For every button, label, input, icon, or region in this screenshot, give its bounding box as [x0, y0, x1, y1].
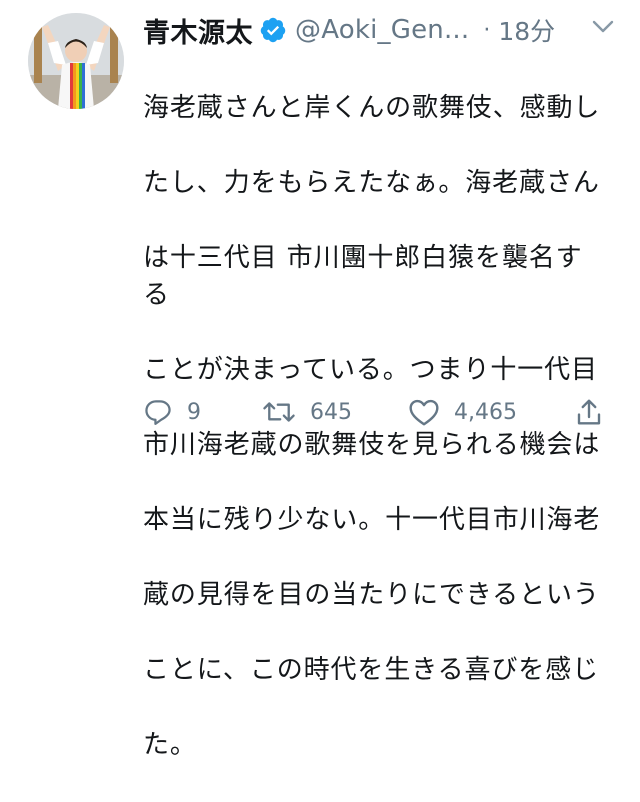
share-button[interactable] — [575, 390, 603, 434]
user-handle[interactable]: @Aoki_Gen... — [295, 15, 469, 45]
tweet-timestamp[interactable]: 18分 — [498, 12, 555, 48]
tweet-text-line: た。 — [143, 730, 197, 760]
separator-dot: · — [483, 17, 491, 43]
reply-icon — [143, 397, 173, 427]
heart-icon — [408, 397, 440, 427]
verified-badge-icon — [259, 16, 287, 44]
reply-count: 9 — [187, 399, 201, 425]
tweet-text-line: ことに、この時代を生きる喜びを感じ — [143, 655, 600, 685]
tweet-text-line: は十三代目 市川團十郎白猿を襲名する — [143, 242, 583, 311]
reply-button[interactable]: 9 — [143, 390, 201, 434]
chevron-down-icon — [591, 19, 615, 39]
tweet-text-line: 蔵の見得を目の当たりにできるという — [143, 580, 600, 610]
retweet-count: 645 — [310, 399, 352, 425]
tweet-text-line: 本当に残り少ない。十一代目市川海老 — [143, 505, 601, 535]
share-icon — [575, 397, 603, 427]
tweet-text-line: たし、力をもらえたなぁ。海老蔵さん — [143, 167, 600, 198]
tweet-text-line: ことが決まっている。つまり十一代目 — [143, 355, 598, 385]
more-options-button[interactable] — [586, 14, 620, 44]
avatar[interactable] — [28, 13, 124, 109]
tweet-text-line: 海老蔵さんと岸くんの歌舞伎、感動し — [143, 92, 601, 123]
tweet-actions: 9 645 4,465 — [0, 390, 640, 434]
tweet-card[interactable]: 青木源太 @Aoki_Gen... · 18分 海老蔵さんと岸くんの歌舞伎、感動… — [0, 0, 640, 760]
retweet-button[interactable]: 645 — [262, 390, 352, 434]
display-name[interactable]: 青木源太 — [143, 11, 253, 50]
like-button[interactable]: 4,465 — [408, 390, 517, 434]
like-count: 4,465 — [454, 399, 517, 425]
retweet-icon — [262, 397, 296, 427]
tweet-header: 青木源太 @Aoki_Gen... · 18分 — [143, 10, 555, 50]
